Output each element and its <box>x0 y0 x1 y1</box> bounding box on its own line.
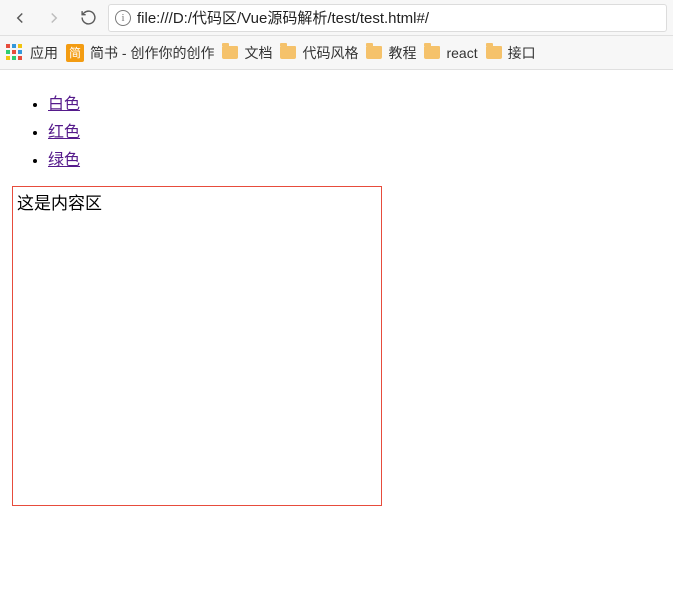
bookmark-label: 文档 <box>244 43 272 63</box>
list-item: 白色 <box>48 90 665 114</box>
apps-grid-icon <box>6 44 24 62</box>
color-link-list: 白色 红色 绿色 <box>8 90 665 170</box>
forward-button[interactable] <box>40 4 68 32</box>
folder-icon <box>486 46 502 59</box>
list-item: 红色 <box>48 118 665 142</box>
bookmark-folder-codestyle[interactable]: 代码风格 <box>280 43 358 63</box>
browser-toolbar: i file:///D:/代码区/Vue源码解析/test/test.html#… <box>0 0 673 36</box>
apps-shortcut[interactable]: 应用 <box>6 43 58 63</box>
page-content: 白色 红色 绿色 这是内容区 <box>0 70 673 514</box>
folder-icon <box>424 46 440 59</box>
link-white[interactable]: 白色 <box>48 96 80 113</box>
info-circle-icon: i <box>115 10 131 26</box>
bookmark-label: 代码风格 <box>302 43 358 63</box>
bookmark-label: react <box>446 45 477 61</box>
url-text: file:///D:/代码区/Vue源码解析/test/test.html#/ <box>137 7 429 28</box>
content-text: 这是内容区 <box>17 194 102 213</box>
bookmark-label: 教程 <box>388 43 416 63</box>
list-item: 绿色 <box>48 146 665 170</box>
bookmark-folder-api[interactable]: 接口 <box>486 43 536 63</box>
bookmark-folder-docs[interactable]: 文档 <box>222 43 272 63</box>
jianshu-icon: 简 <box>66 44 84 62</box>
link-green[interactable]: 绿色 <box>48 152 80 169</box>
bookmark-folder-tutorial[interactable]: 教程 <box>366 43 416 63</box>
back-button[interactable] <box>6 4 34 32</box>
folder-icon <box>366 46 382 59</box>
link-red[interactable]: 红色 <box>48 124 80 141</box>
content-area: 这是内容区 <box>12 186 382 506</box>
reload-button[interactable] <box>74 4 102 32</box>
bookmark-label: 接口 <box>508 43 536 63</box>
bookmark-label: 简书 - 创作你的创作 <box>90 43 214 63</box>
address-bar[interactable]: i file:///D:/代码区/Vue源码解析/test/test.html#… <box>108 4 667 32</box>
bookmark-folder-react[interactable]: react <box>424 45 477 61</box>
folder-icon <box>280 46 296 59</box>
bookmark-jianshu[interactable]: 简 简书 - 创作你的创作 <box>66 43 214 63</box>
apps-label: 应用 <box>30 43 58 63</box>
bookmarks-bar: 应用 简 简书 - 创作你的创作 文档 代码风格 教程 react 接口 <box>0 36 673 70</box>
folder-icon <box>222 46 238 59</box>
